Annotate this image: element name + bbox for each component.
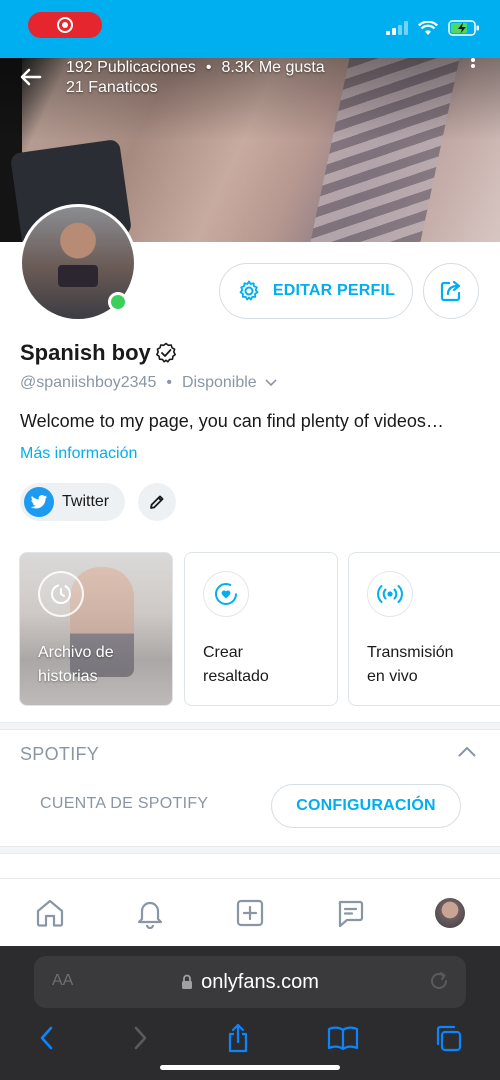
availability-dropdown[interactable]: Disponible — [182, 374, 277, 392]
spotify-config-button[interactable]: CONFIGURACIÓN — [271, 784, 461, 828]
home-indicator — [160, 1065, 340, 1070]
back-icon[interactable] — [38, 1025, 56, 1051]
more-options-icon[interactable] — [470, 58, 476, 72]
url-text: onlyfans.com — [201, 970, 319, 993]
nav-profile[interactable] — [426, 889, 474, 937]
handle-separator: • — [166, 374, 172, 391]
spotify-section-title: SPOTIFY — [20, 744, 100, 764]
more-info-link[interactable]: Más información — [20, 445, 137, 463]
handle-row: @spaniishboy2345 • Disponible — [20, 374, 277, 392]
nav-messages[interactable] — [326, 889, 374, 937]
bottom-navigation — [0, 878, 500, 946]
create-highlight-label: Crear resaltado — [203, 644, 269, 685]
verified-badge-icon — [155, 342, 176, 363]
back-arrow-icon[interactable] — [20, 64, 42, 90]
create-highlight-card[interactable]: Crear resaltado — [184, 552, 338, 706]
twitter-link-chip[interactable]: Twitter — [20, 483, 126, 521]
gear-icon — [239, 280, 259, 301]
profile-name-row: Spanish boy — [20, 340, 177, 366]
heart-circle-icon — [203, 571, 249, 617]
lock-icon — [182, 974, 193, 989]
browser-tool-row — [0, 1020, 500, 1056]
address-bar[interactable]: AA onlyfans.com — [34, 956, 466, 1008]
wifi-icon — [418, 20, 438, 35]
edit-links-button[interactable] — [138, 483, 176, 521]
bookmarks-icon[interactable] — [327, 1025, 359, 1051]
likes-count: 8.3K Me gusta — [221, 59, 325, 76]
pencil-icon — [150, 495, 164, 509]
posts-count: 192 Publicaciones — [66, 59, 196, 76]
add-post-icon — [236, 899, 264, 926]
section-divider — [0, 846, 500, 854]
share-profile-button[interactable] — [423, 263, 479, 319]
text-size-button[interactable]: AA — [52, 972, 73, 990]
spotify-account-label: CUENTA DE SPOTIFY — [40, 795, 209, 812]
story-archive-card[interactable]: Archivo de historias — [19, 552, 173, 706]
live-stream-card[interactable]: Transmisión en vivo — [348, 552, 500, 706]
profile-avatar-small — [435, 897, 465, 928]
screen-recording-indicator[interactable] — [28, 12, 102, 38]
forward-icon[interactable] — [131, 1025, 149, 1051]
home-icon — [36, 899, 64, 927]
stats-separator: • — [205, 59, 212, 76]
status-bar — [0, 0, 500, 58]
browser-toolbar: AA onlyfans.com — [0, 946, 500, 1080]
reload-icon[interactable] — [428, 970, 450, 992]
online-status-indicator — [108, 292, 128, 312]
twitter-label: Twitter — [62, 493, 110, 510]
live-stream-label: Transmisión en vivo — [367, 644, 454, 685]
broadcast-icon — [367, 571, 413, 617]
share-sheet-icon[interactable] — [225, 1023, 251, 1053]
collapse-chevron-icon[interactable] — [458, 744, 476, 762]
story-archive-label: Archivo de historias — [38, 644, 114, 685]
edit-profile-button[interactable]: EDITAR PERFIL — [219, 263, 413, 319]
messages-icon — [338, 900, 364, 927]
profile-handle: @spaniishboy2345 — [20, 374, 157, 391]
bell-icon — [137, 901, 163, 929]
battery-charging-icon — [448, 20, 479, 36]
edit-profile-label: EDITAR PERFIL — [272, 282, 396, 299]
status-icons — [386, 20, 480, 36]
profile-bio: Welcome to my page, you can find plenty … — [20, 411, 444, 431]
share-icon — [440, 280, 461, 302]
history-clock-icon — [38, 571, 84, 617]
twitter-icon — [24, 487, 54, 517]
profile-name: Spanish boy — [20, 340, 151, 365]
cellular-signal-icon — [386, 21, 408, 35]
nav-home[interactable] — [26, 889, 74, 937]
fans-count: 21 Fanaticos — [66, 79, 158, 96]
section-divider — [0, 722, 500, 730]
availability-label: Disponible — [181, 374, 257, 391]
tabs-icon[interactable] — [434, 1024, 462, 1052]
nav-add-post[interactable] — [226, 889, 274, 937]
nav-notifications[interactable] — [126, 889, 174, 937]
record-icon — [57, 17, 73, 33]
chevron-down-icon — [265, 379, 277, 387]
profile-stats: 192 Publicaciones • 8.3K Me gusta 21 Fan… — [66, 58, 325, 98]
